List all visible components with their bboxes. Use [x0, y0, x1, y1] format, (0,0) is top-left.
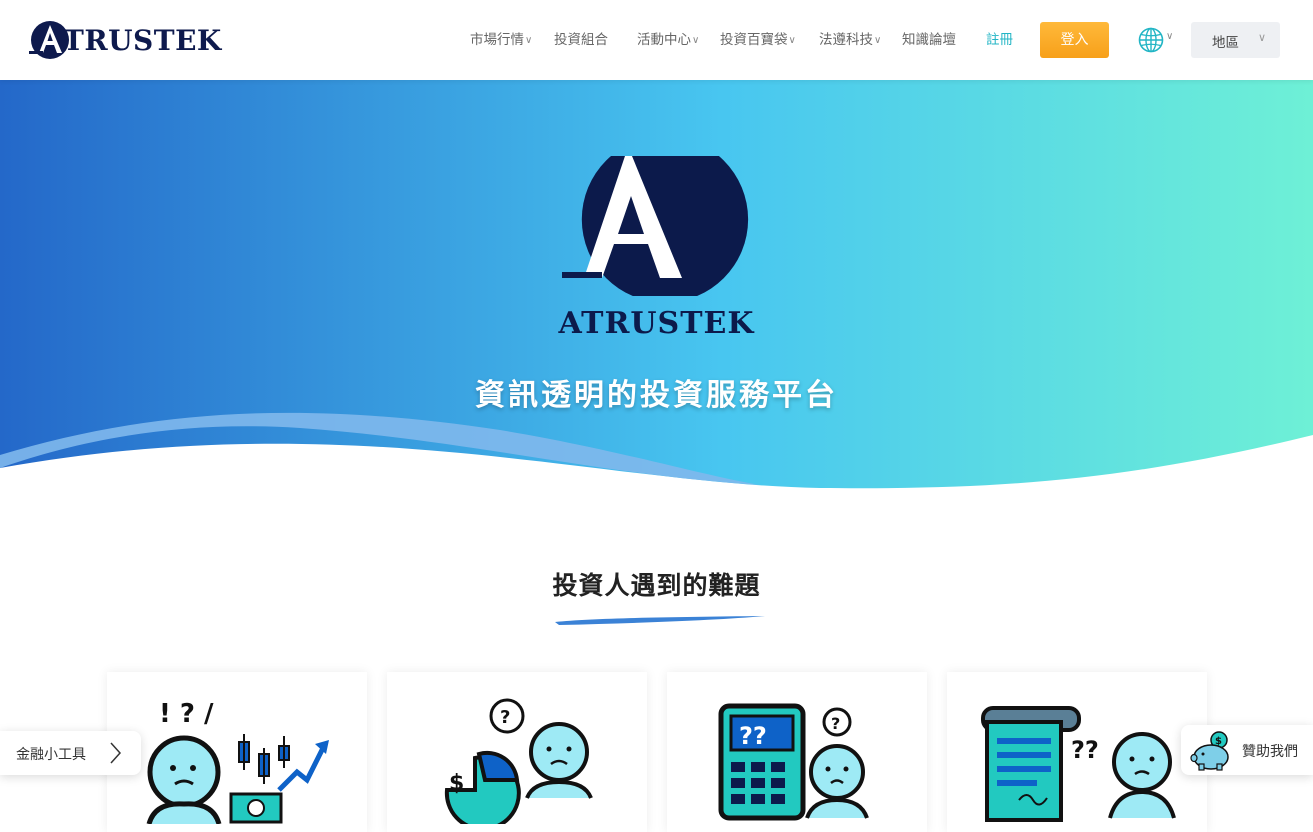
confused-investor-portfolio-icon: ? $: [444, 698, 593, 824]
hero-brand-name: ATRUSTEK: [558, 306, 755, 341]
nav-events-label: 活動中心: [637, 32, 691, 48]
problem-card[interactable]: ? $: [387, 672, 647, 832]
register-label: 註冊: [986, 32, 1013, 48]
piggy-bank-icon: $: [1190, 731, 1229, 771]
brand-logo-text: TRUSTEK: [63, 23, 222, 57]
svg-text:?: ?: [831, 714, 840, 733]
brand-logo[interactable]: TRUSTEK: [27, 19, 222, 61]
financial-tools-label: 金融小工具: [16, 747, 86, 763]
nav-regtech[interactable]: 法遵科技∨: [819, 28, 881, 52]
nav-toolbox-label: 投資百寶袋: [720, 32, 788, 48]
svg-text:?: ?: [500, 707, 510, 728]
hero-logo-mark-icon: [562, 156, 749, 296]
sponsor-tab[interactable]: $ 贊助我們: [1181, 725, 1313, 775]
svg-text:! ? /: ! ? /: [159, 699, 214, 729]
language-selector[interactable]: [1138, 27, 1164, 57]
svg-text:$: $: [449, 771, 464, 796]
nav-regtech-label: 法遵科技: [819, 32, 873, 48]
financial-tools-tab[interactable]: 金融小工具: [0, 731, 141, 775]
chevron-right-icon: [110, 742, 122, 764]
problem-card[interactable]: ?? ?: [667, 672, 927, 832]
nav-portfolio[interactable]: 投資組合: [554, 28, 608, 52]
chevron-down-icon: ∨: [788, 35, 796, 46]
site-header: TRUSTEK 市場行情∨ 投資組合 活動中心∨ 投資百寶袋∨ 法遵科技∨ 知識…: [0, 0, 1313, 80]
nav-market-label: 市場行情: [470, 32, 524, 48]
chevron-down-icon[interactable]: ∨: [1166, 31, 1173, 42]
region-select-label: 地區: [1212, 35, 1239, 51]
chevron-down-icon: ∨: [1257, 31, 1266, 44]
hero-tagline: 資訊透明的投資服務平台: [475, 378, 838, 413]
section-title: 投資人遇到的難題: [552, 571, 761, 600]
nav-events[interactable]: 活動中心∨: [637, 28, 699, 52]
hero-banner: ATRUSTEK 資訊透明的投資服務平台: [0, 80, 1313, 500]
confused-investor-calculator-icon: ?? ?: [718, 703, 869, 821]
problem-card[interactable]: ??: [947, 672, 1207, 832]
confused-investor-chart-icon: ! ? /: [146, 699, 329, 824]
login-button[interactable]: 登入: [1040, 22, 1109, 58]
svg-text:??: ??: [1071, 736, 1099, 764]
nav-forum-label: 知識論壇: [902, 32, 956, 48]
nav-forum[interactable]: 知識論壇: [902, 28, 956, 52]
chevron-down-icon: ∨: [874, 35, 882, 46]
nav-portfolio-label: 投資組合: [554, 32, 608, 48]
globe-icon: [1138, 27, 1164, 53]
chevron-down-icon: ∨: [525, 35, 533, 46]
chevron-down-icon: ∨: [692, 35, 700, 46]
sponsor-label: 贊助我們: [1242, 744, 1298, 760]
title-brush-underline: [555, 616, 765, 625]
svg-text:??: ??: [739, 722, 767, 750]
confused-investor-document-icon: ??: [981, 706, 1176, 822]
problem-card[interactable]: ! ? /: [107, 672, 367, 832]
nav-market[interactable]: 市場行情∨: [470, 28, 532, 52]
region-select[interactable]: 地區 ∨: [1191, 22, 1280, 58]
problem-cards: ! ? / ? $ ?? ? ??: [0, 672, 1313, 832]
register-link[interactable]: 註冊: [986, 28, 1013, 52]
nav-toolbox[interactable]: 投資百寶袋∨: [720, 28, 796, 52]
